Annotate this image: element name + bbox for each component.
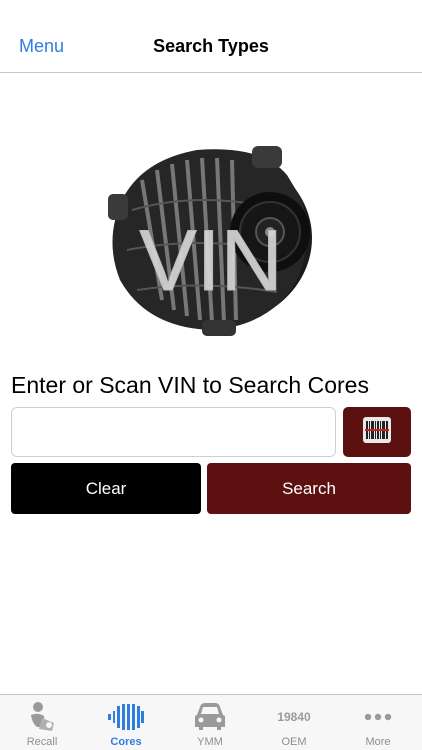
tab-label: Cores bbox=[110, 736, 142, 748]
clear-button[interactable]: Clear bbox=[11, 463, 201, 514]
tab-oem[interactable]: 19840 OEM bbox=[252, 695, 336, 750]
screen: Menu Search Types VIN Enter or Scan VIN … bbox=[0, 0, 422, 750]
instruction-text: Enter or Scan VIN to Search Cores bbox=[11, 372, 369, 398]
tab-cores[interactable]: Cores bbox=[84, 695, 168, 750]
tab-recall[interactable]: Recall bbox=[0, 695, 84, 750]
oem-number-icon: 19840 bbox=[252, 700, 336, 734]
barcode-scan-icon bbox=[362, 416, 392, 449]
vin-input[interactable] bbox=[11, 407, 336, 457]
page-title: Search Types bbox=[153, 36, 269, 56]
tab-bar: Recall Cores YMM 19840 OEM More bbox=[0, 694, 422, 750]
more-icon bbox=[336, 700, 420, 734]
tab-more[interactable]: More bbox=[336, 695, 420, 750]
recall-icon bbox=[0, 700, 84, 734]
tab-label: OEM bbox=[281, 736, 307, 748]
scan-barcode-button[interactable] bbox=[343, 407, 411, 457]
vin-overlay-text: VIN bbox=[139, 213, 282, 309]
tab-label: YMM bbox=[197, 736, 223, 748]
navigation-bar: Menu Search Types bbox=[0, 0, 422, 73]
search-button[interactable]: Search bbox=[207, 463, 411, 514]
car-icon bbox=[168, 700, 252, 734]
tab-label: More bbox=[365, 736, 391, 748]
cores-icon bbox=[84, 700, 168, 734]
alternator-image: VIN bbox=[102, 140, 320, 340]
tab-ymm[interactable]: YMM bbox=[168, 695, 252, 750]
oem-icon-text: 19840 bbox=[277, 710, 311, 724]
tab-label: Recall bbox=[26, 736, 58, 748]
